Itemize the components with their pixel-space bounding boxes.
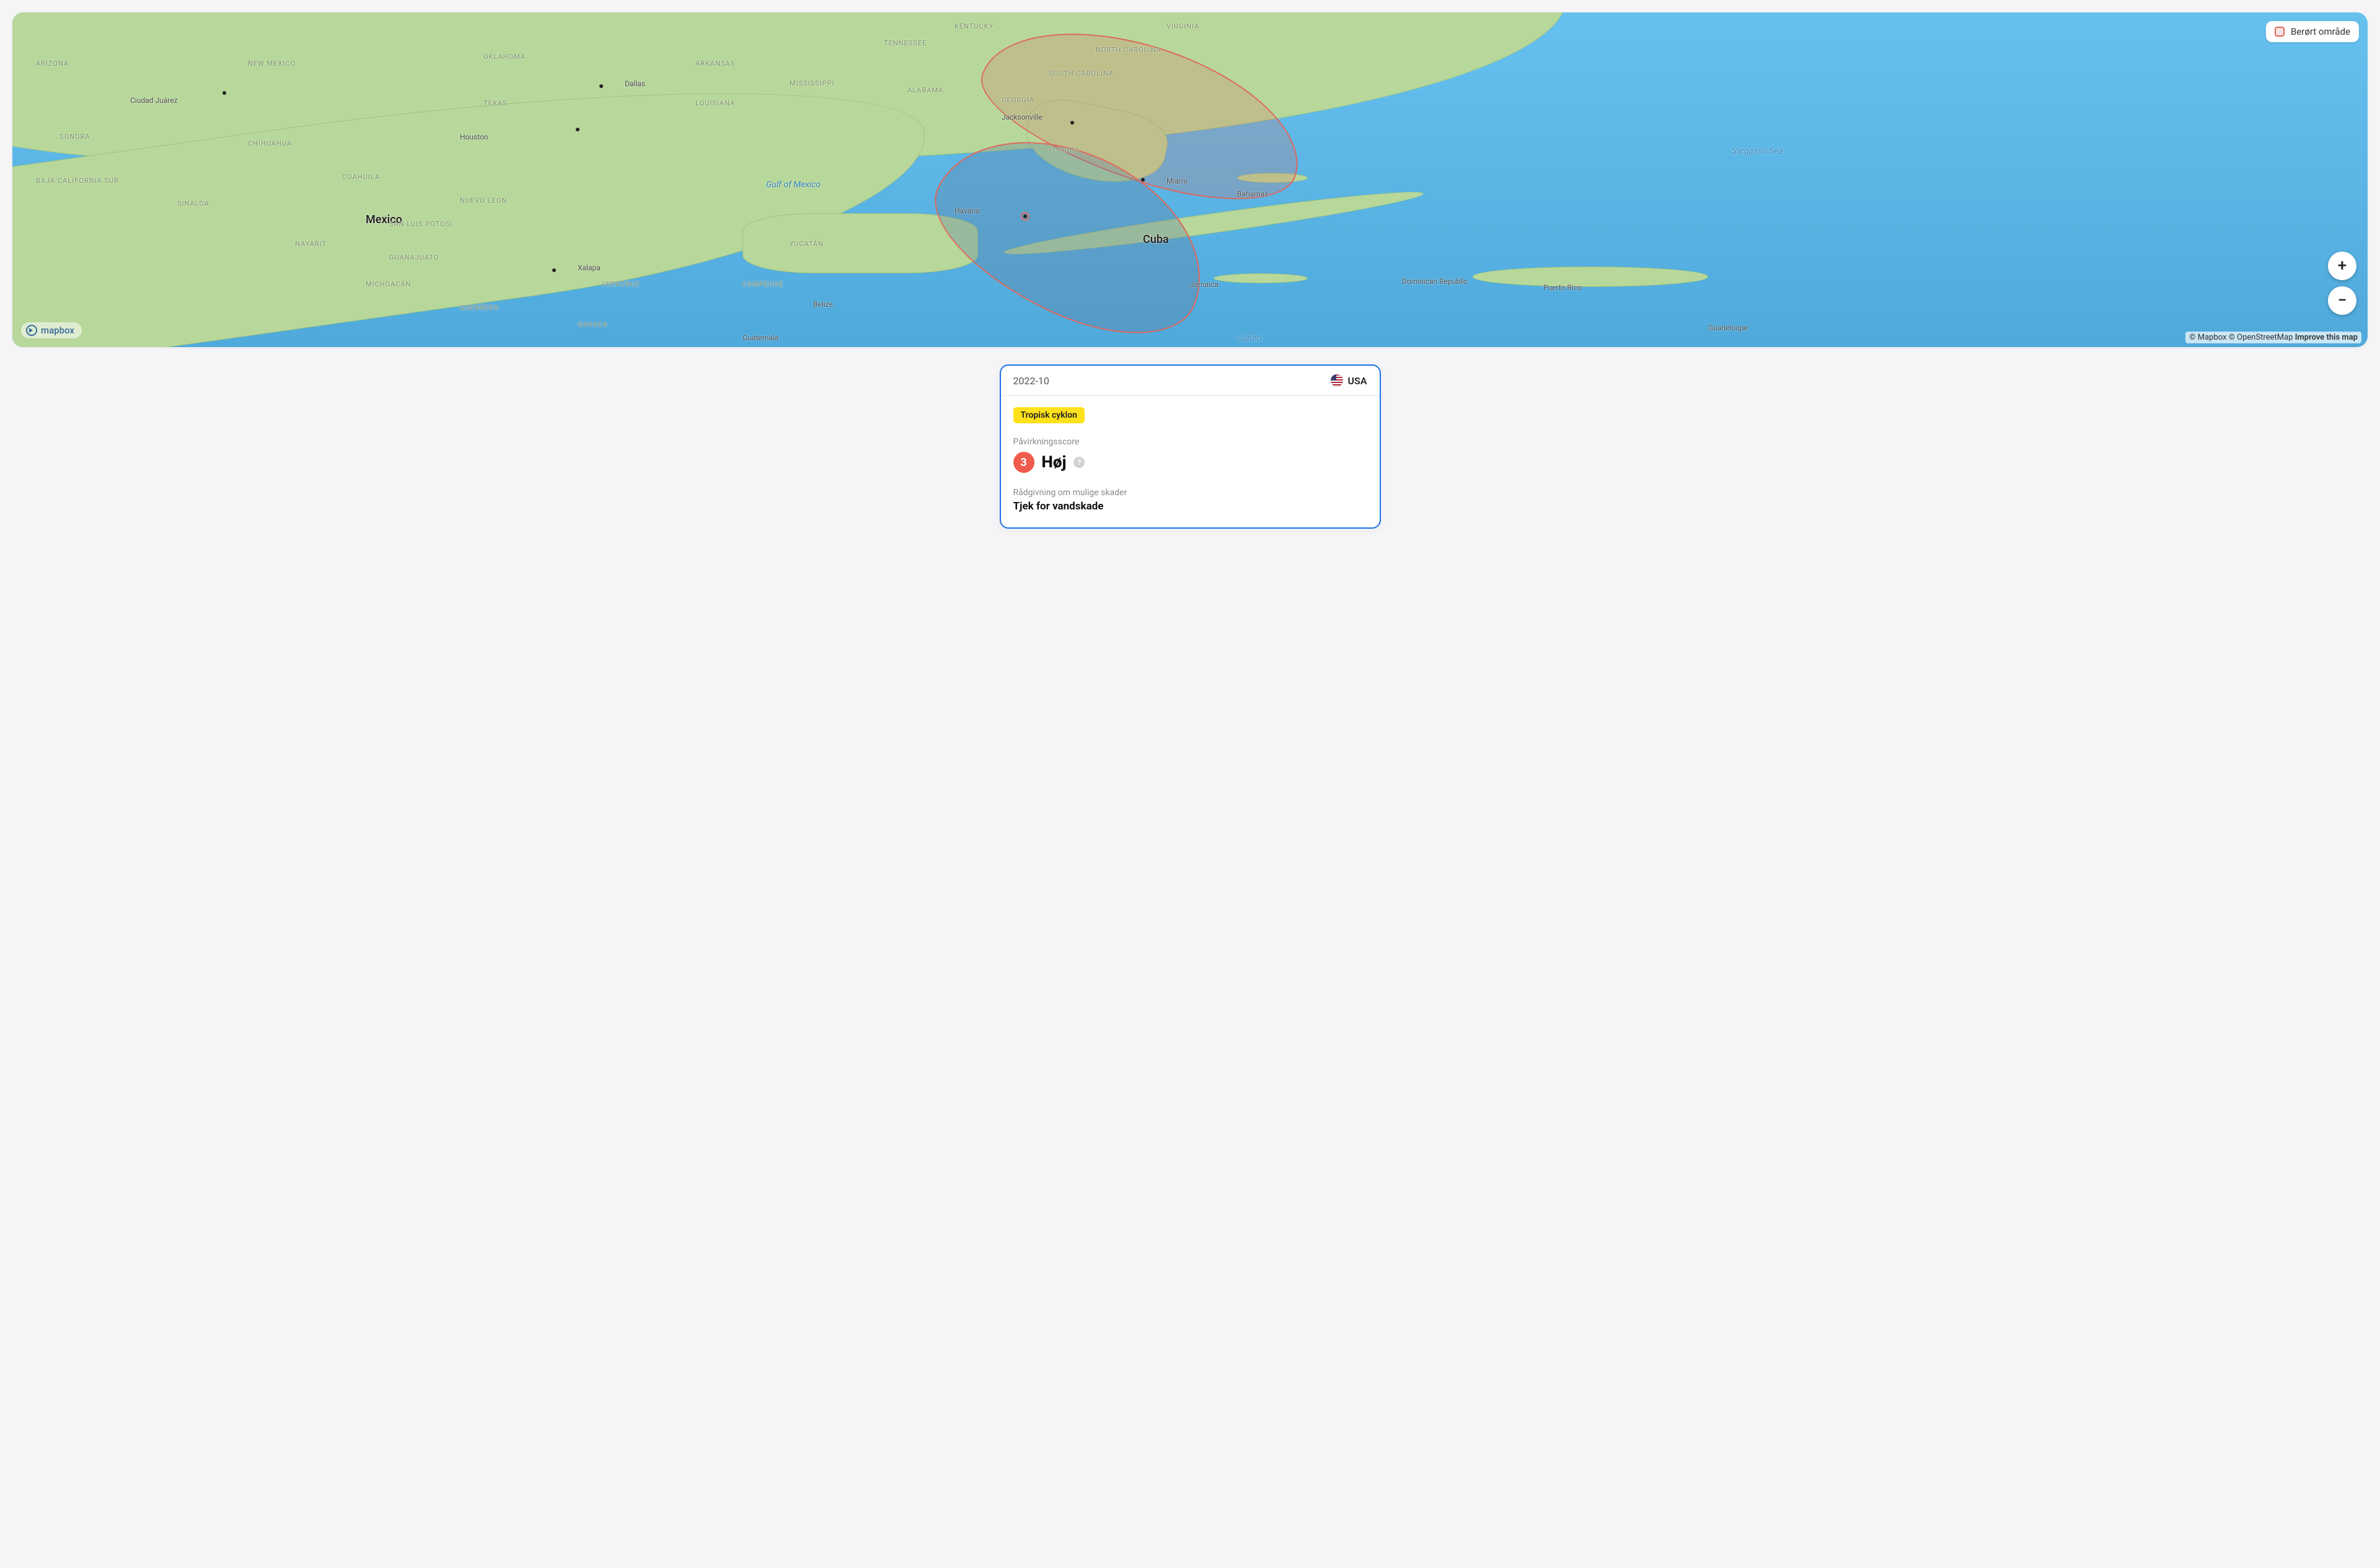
event-card-header: 2022-10 USA [1001, 366, 1380, 396]
dot-houston [576, 128, 580, 131]
land-dominican [1473, 266, 1708, 286]
legend-swatch-icon [2275, 27, 2285, 37]
minus-icon: − [2338, 291, 2347, 310]
dot-havana [1023, 214, 1027, 218]
legend-label: Berørt område [2291, 26, 2350, 37]
event-country-name: USA [1348, 375, 1367, 387]
event-date: 2022-10 [1013, 375, 1049, 387]
help-icon[interactable]: ? [1073, 457, 1085, 468]
map-attribution: © Mapbox © OpenStreetMap Improve this ma… [2185, 332, 2361, 343]
advice-label: Rådgivning om mulige skader [1013, 488, 1367, 498]
mapbox-icon [26, 325, 37, 336]
mapbox-logo[interactable]: mapbox [21, 322, 82, 338]
map-legend: Berørt område [2266, 21, 2359, 42]
flag-usa-icon [1331, 374, 1343, 387]
plus-icon: + [2338, 257, 2347, 275]
impact-score-badge: 3 [1013, 452, 1034, 473]
event-card: 2022-10 USA Tropisk cyklon Påvirkningssc… [1000, 364, 1381, 529]
zoom-in-button[interactable]: + [2328, 252, 2356, 280]
attrib-improve[interactable]: Improve this map [2295, 333, 2358, 342]
attrib-mapbox[interactable]: © Mapbox [2189, 333, 2226, 342]
impact-label: Påvirkningsscore [1013, 437, 1367, 447]
event-type-tag: Tropisk cyklon [1013, 407, 1085, 423]
dot-dallas [599, 84, 603, 88]
dot-jacksonville [1070, 121, 1074, 125]
impact-level: Høj [1042, 453, 1067, 472]
zoom-out-button[interactable]: − [2328, 286, 2356, 315]
map-container[interactable]: Mexico Cuba ARIZONA NEW MEXICO OKLAHOMA … [12, 12, 2368, 347]
dot-miami [1141, 178, 1145, 182]
attrib-osm[interactable]: © OpenStreetMap [2229, 333, 2293, 342]
event-card-body: Tropisk cyklon Påvirkningsscore 3 Høj ? … [1001, 396, 1380, 527]
impact-row: 3 Høj ? [1013, 452, 1367, 473]
dot-xalapa [552, 268, 556, 272]
advice-text: Tjek for vandskade [1013, 500, 1367, 513]
event-country: USA [1331, 374, 1367, 387]
dot-juarez [223, 91, 226, 95]
mapbox-text: mapbox [41, 325, 74, 336]
